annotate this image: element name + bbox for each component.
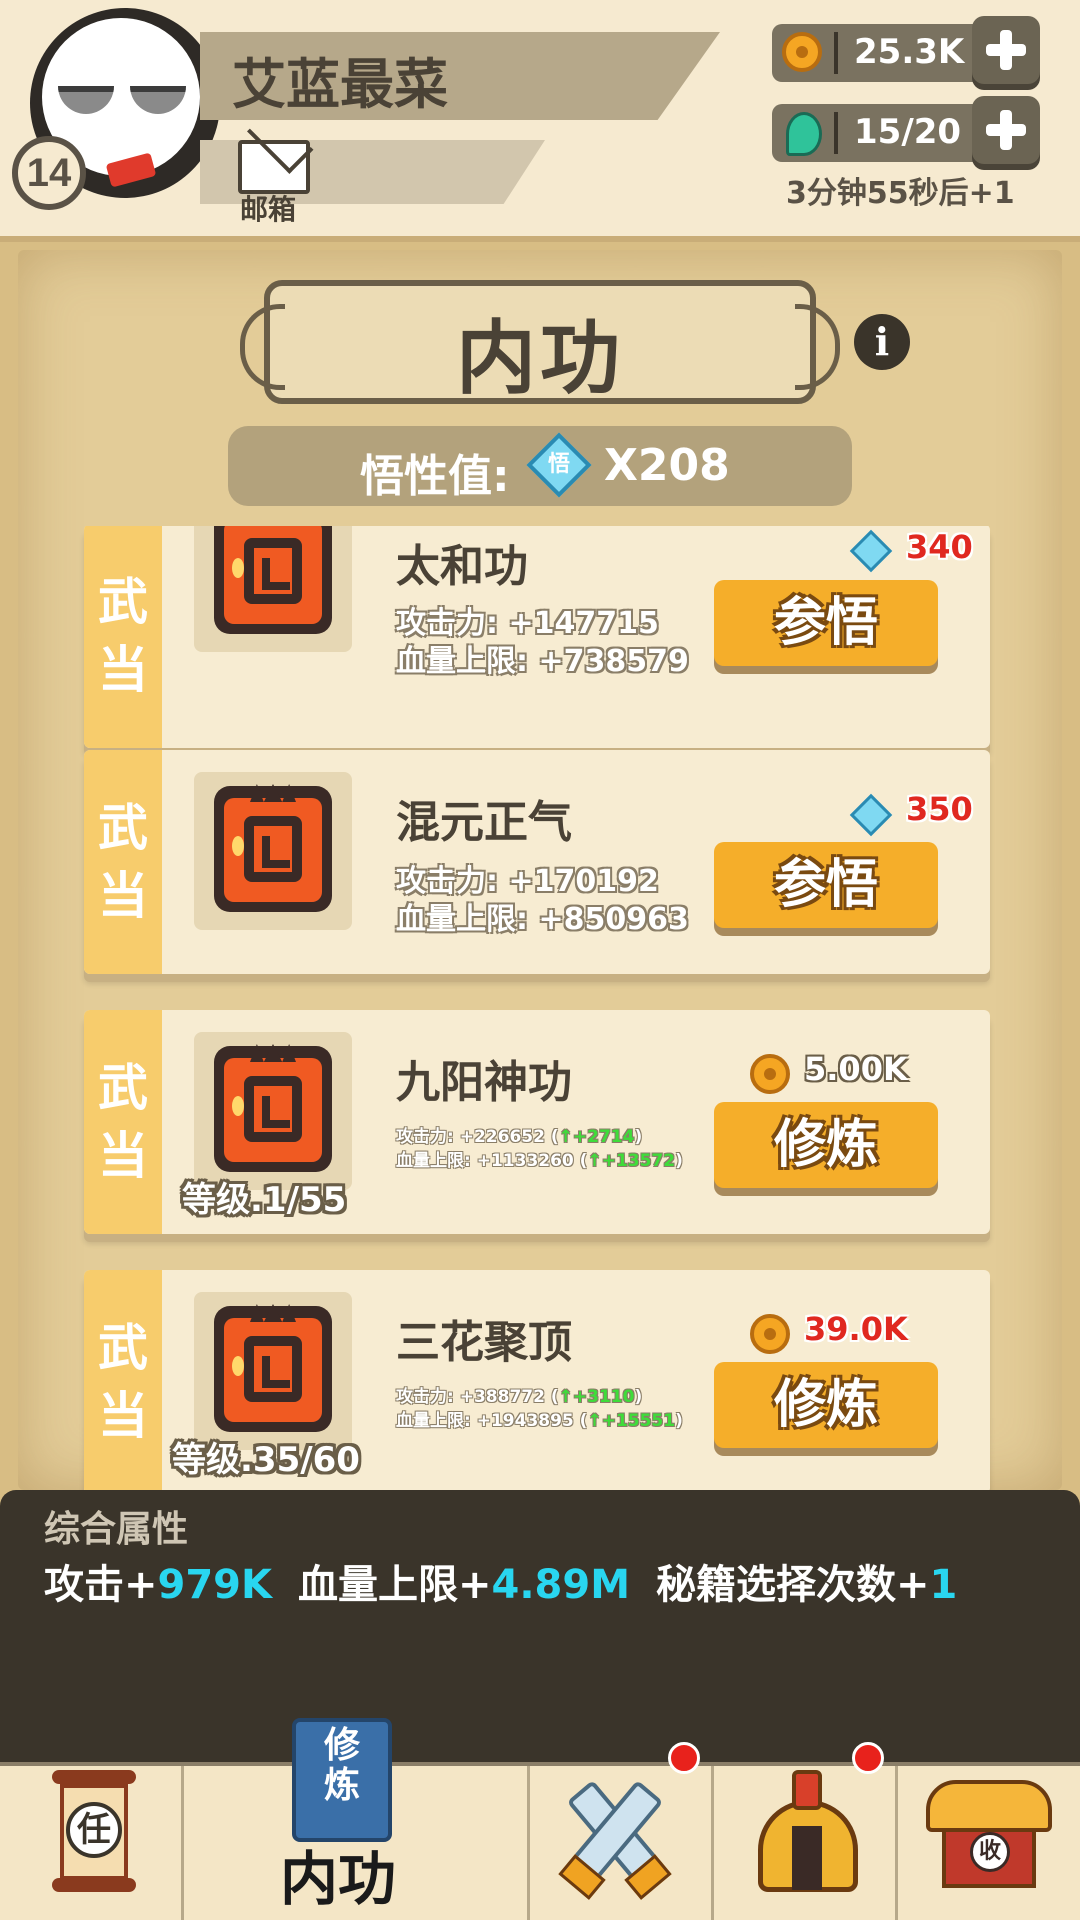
helmet-icon — [752, 1766, 862, 1896]
coin-cost-icon — [750, 1314, 790, 1354]
sect-tag-char: 武 — [98, 1059, 148, 1117]
skill-level: 等级.35/60 — [172, 1440, 360, 1480]
skill-hp: 血量上限: +1133260 (↑+13572) — [396, 1151, 683, 1171]
nav-active-label: 内功 — [280, 1845, 397, 1913]
sect-tag-char: 当 — [98, 1127, 148, 1185]
skill-card: 武 当 太和功 攻击力: +147715 血量上限: +738579 340 参… — [84, 526, 990, 748]
skill-cost: 350 — [906, 790, 973, 828]
attr-atk-value: 979K — [157, 1562, 273, 1608]
sect-tag-char: 武 — [98, 799, 148, 857]
wuxing-label: 悟性值: — [360, 451, 510, 502]
attributes-summary: 攻击+979K 血量上限+4.89M 秘籍选择次数+1 — [44, 1552, 957, 1610]
sect-tag-char: 武 — [98, 1319, 148, 1377]
wuxing-cost-icon — [849, 793, 893, 837]
skill-rune-icon — [214, 1044, 332, 1172]
energy-gem-icon — [786, 112, 822, 156]
task-scroll-icon: 任 — [52, 1770, 136, 1898]
attr-hp-label: 血量上限+ — [298, 1562, 492, 1608]
coin-cost-icon — [750, 1054, 790, 1094]
page-title: 内功 — [456, 312, 624, 405]
wuxing-icon-text: 悟 — [547, 452, 570, 477]
add-coins-button[interactable] — [972, 16, 1040, 84]
skill-icon-box[interactable] — [194, 1292, 352, 1450]
battle-notification-dot — [668, 1742, 700, 1774]
attr-atk-label: 攻击+ — [44, 1562, 158, 1608]
skill-hp: 血量上限: +850963 — [396, 902, 689, 937]
energy-timer: 3分钟55秒后+1 — [786, 176, 1015, 211]
attr-hp-value: 4.89M — [491, 1562, 631, 1608]
task-seal-text: 任 — [66, 1802, 122, 1858]
manual-book-icon: 修炼 — [292, 1718, 392, 1842]
sect-tag: 武 当 — [84, 1270, 162, 1490]
sect-tag-char: 当 — [98, 1387, 148, 1445]
sect-tag: 武 当 — [84, 526, 162, 748]
skill-rune-icon — [214, 784, 332, 912]
skill-atk: 攻击力: +226652 (↑+2714) — [396, 1127, 643, 1147]
comprehend-button[interactable]: 参悟 — [714, 842, 938, 928]
skill-icon-box[interactable] — [194, 1032, 352, 1190]
skill-hp: 血量上限: +1943895 (↑+15551) — [396, 1411, 683, 1431]
skill-icon-box[interactable] — [194, 772, 352, 930]
sect-tag: 武 当 — [84, 1010, 162, 1234]
skill-card: 武 当 等级.1/55 九阳神功 攻击力: +226652 (↑+2714) 血… — [84, 1010, 990, 1234]
comprehend-button[interactable]: 参悟 — [714, 580, 938, 666]
shop-sign-text: 收 — [970, 1832, 1010, 1872]
energy-value: 15/20 — [854, 112, 962, 152]
sect-tag-char: 武 — [98, 573, 148, 631]
skill-card: 武 当 混元正气 攻击力: +170192 血量上限: +850963 350 … — [84, 750, 990, 974]
attr-book-label: 秘籍选择次数+ — [656, 1562, 930, 1608]
wuxing-cost-icon — [849, 529, 893, 573]
mail-icon[interactable] — [238, 140, 310, 194]
mail-label[interactable]: 邮箱 — [240, 188, 296, 228]
crossed-swords-icon — [550, 1774, 680, 1904]
skill-name: 三花聚顶 — [396, 1317, 572, 1368]
skill-hp: 血量上限: +738579 — [396, 644, 689, 679]
info-icon[interactable]: i — [854, 314, 910, 370]
player-level-badge: 14 — [12, 136, 86, 210]
skill-icon-box[interactable] — [194, 526, 352, 652]
skill-cost: 5.00K — [804, 1050, 908, 1088]
equipment-notification-dot — [852, 1742, 884, 1774]
coin-divider — [834, 32, 838, 74]
skill-level: 等级.1/55 — [182, 1180, 347, 1220]
skill-atk: 攻击力: +388772 (↑+3110) — [396, 1387, 643, 1407]
attributes-title: 综合属性 — [44, 1509, 189, 1550]
skill-card: 武 当 等级.35/60 三花聚顶 攻击力: +388772 (↑+3110) … — [84, 1270, 990, 1490]
shop-building-icon: 收 — [926, 1780, 1052, 1892]
attr-book-value: 1 — [929, 1562, 958, 1608]
player-name: 艾蓝最菜 — [232, 53, 448, 116]
sect-tag-char: 当 — [98, 867, 148, 925]
skill-cost: 340 — [906, 528, 973, 566]
train-button[interactable]: 修炼 — [714, 1362, 938, 1448]
skill-name: 太和功 — [396, 541, 528, 592]
train-button[interactable]: 修炼 — [714, 1102, 938, 1188]
coin-value: 25.3K — [854, 32, 965, 72]
skill-name: 混元正气 — [396, 797, 572, 848]
add-energy-button[interactable] — [972, 96, 1040, 164]
sect-tag: 武 当 — [84, 750, 162, 974]
coin-icon — [782, 32, 822, 72]
skill-rune-icon — [214, 1304, 332, 1432]
skill-name: 九阳神功 — [396, 1057, 572, 1108]
wuxing-value: X208 — [604, 440, 730, 491]
sect-tag-char: 当 — [98, 641, 148, 699]
book-icon-text: 修炼 — [323, 1725, 360, 1806]
skill-list[interactable]: 武 当 太和功 攻击力: +147715 血量上限: +738579 340 参… — [0, 526, 1080, 1490]
skill-rune-icon — [214, 526, 332, 634]
skill-cost: 39.0K — [804, 1310, 908, 1348]
energy-divider — [834, 112, 838, 154]
